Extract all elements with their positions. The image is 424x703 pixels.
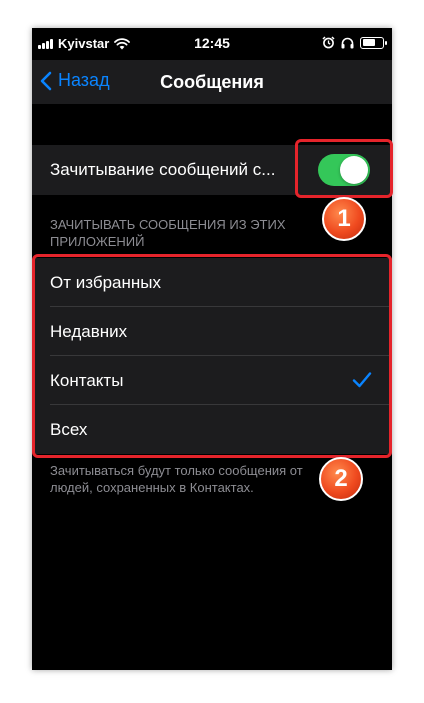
section-header: ЗАЧИТЫВАТЬ СООБЩЕНИЯ ИЗ ЭТИХ ПРИЛОЖЕНИЙ	[50, 217, 286, 249]
page-title: Сообщения	[160, 72, 264, 92]
navigation-bar: Назад Сообщения	[32, 60, 392, 104]
option-recents[interactable]: Недавних	[32, 307, 392, 356]
option-everyone[interactable]: Всех	[32, 405, 392, 454]
option-label: Недавних	[50, 322, 128, 341]
annotation-badge-1: 1	[322, 197, 366, 241]
status-right	[322, 36, 387, 49]
announce-messages-row: Зачитывание сообщений с...	[32, 145, 392, 195]
footer-note: Зачитываться будут только сообщения от л…	[50, 463, 303, 495]
headphones-icon	[341, 37, 354, 48]
option-label: Всех	[50, 420, 88, 439]
checkmark-icon	[352, 372, 372, 388]
alarm-icon	[322, 36, 335, 49]
battery-icon	[360, 36, 387, 49]
announce-messages-toggle[interactable]	[318, 154, 370, 186]
annotation-badge-2: 2	[319, 457, 363, 501]
option-label: От избранных	[50, 273, 161, 292]
announce-messages-label: Зачитывание сообщений с...	[50, 160, 276, 179]
toggle-knob	[340, 156, 368, 184]
source-options-list: От избранных Недавних Контакты Всех	[32, 258, 392, 454]
option-label: Контакты	[50, 371, 124, 390]
page: Kyivstar 12:45 Назад Сообщения Зачитыван…	[0, 0, 424, 703]
option-favorites[interactable]: От избранных	[32, 258, 392, 307]
status-bar: Kyivstar 12:45	[32, 28, 392, 60]
option-contacts[interactable]: Контакты	[32, 356, 392, 405]
phone-screen: Kyivstar 12:45 Назад Сообщения Зачитыван…	[32, 28, 392, 670]
